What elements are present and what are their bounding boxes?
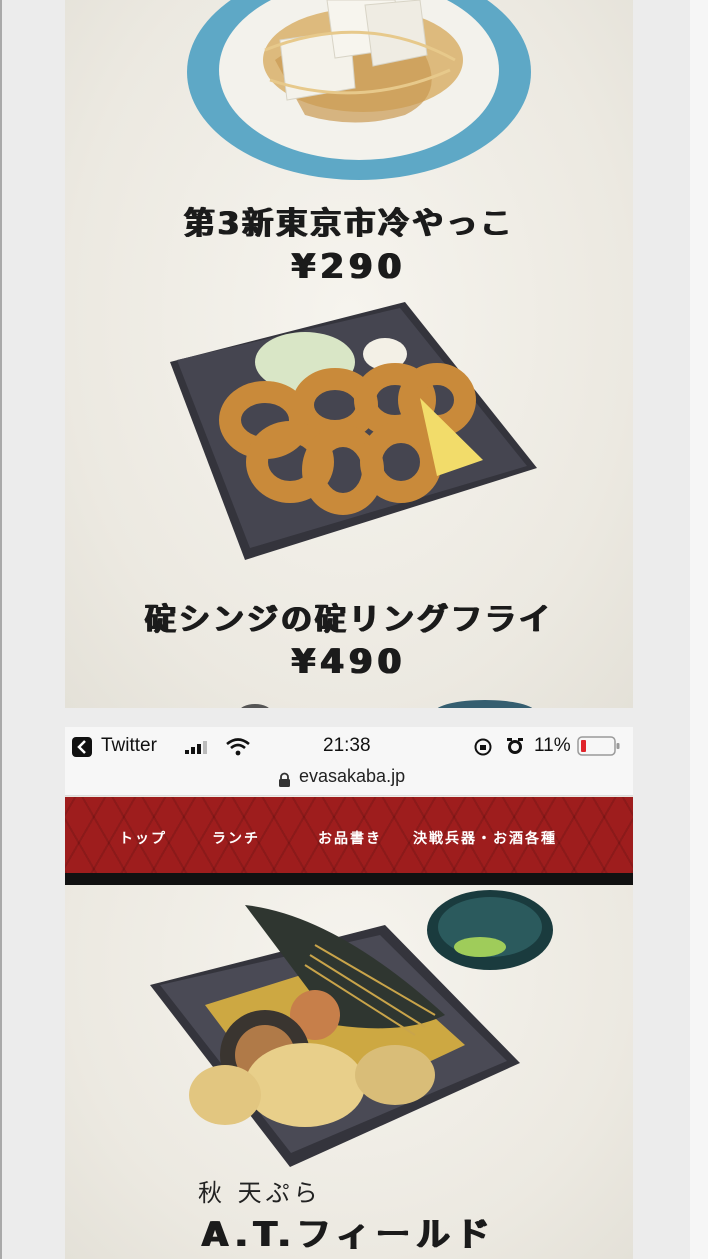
battery-icon [577,736,620,756]
nav-item-menu[interactable]: お品書き [318,828,382,848]
lock-icon [279,772,290,787]
battery-percentage: 11% [534,735,571,756]
squid-ring-plate-image [170,302,537,560]
ios-status-bar: Twitter 21:38 11% [65,727,633,765]
featured-title: A.T.フィールド [201,1215,497,1255]
signal-strength-icon [185,741,207,754]
orientation-lock-icon [474,738,492,756]
back-arrow-icon[interactable] [72,737,92,757]
menu-item-title: 碇シンジの碇リングフライ [145,602,553,638]
wifi-icon [226,738,250,756]
page-left-edge [0,0,2,1259]
menu-item-price: ¥290 [291,247,407,287]
url-text: evasakaba.jp [299,766,406,786]
menu-screenshot-top: 第3新東京市冷やっこ ¥290 碇シンジの碇リングフライ ¥490 [65,0,633,708]
nav-divider [65,873,633,885]
page-right-edge [690,0,708,1259]
nav-item-lunch[interactable]: ランチ [212,828,260,848]
menu-item-title: 第3新東京市冷やっこ [183,206,515,242]
nav-item-drinks[interactable]: 決戦兵器・お酒各種 [413,828,557,848]
tofu-plate-image [187,0,531,180]
menu-screenshot-bottom: Twitter 21:38 11% evasakaba.jp トップ ランチ お… [65,727,633,1259]
browser-url-bar[interactable]: evasakaba.jp [65,765,633,796]
next-plate-partial-image [241,700,533,708]
tempura-plate-image [150,890,553,1167]
site-nav-bar: トップ ランチ お品書き 決戦兵器・お酒各種 [65,797,633,873]
menu-item-price: ¥490 [291,642,407,682]
clock-time: 21:38 [323,735,371,756]
back-app-label[interactable]: Twitter [101,735,157,757]
nav-item-top[interactable]: トップ [119,828,167,848]
featured-subtitle: 秋 天ぷら [198,1179,322,1207]
alarm-icon [507,738,523,754]
